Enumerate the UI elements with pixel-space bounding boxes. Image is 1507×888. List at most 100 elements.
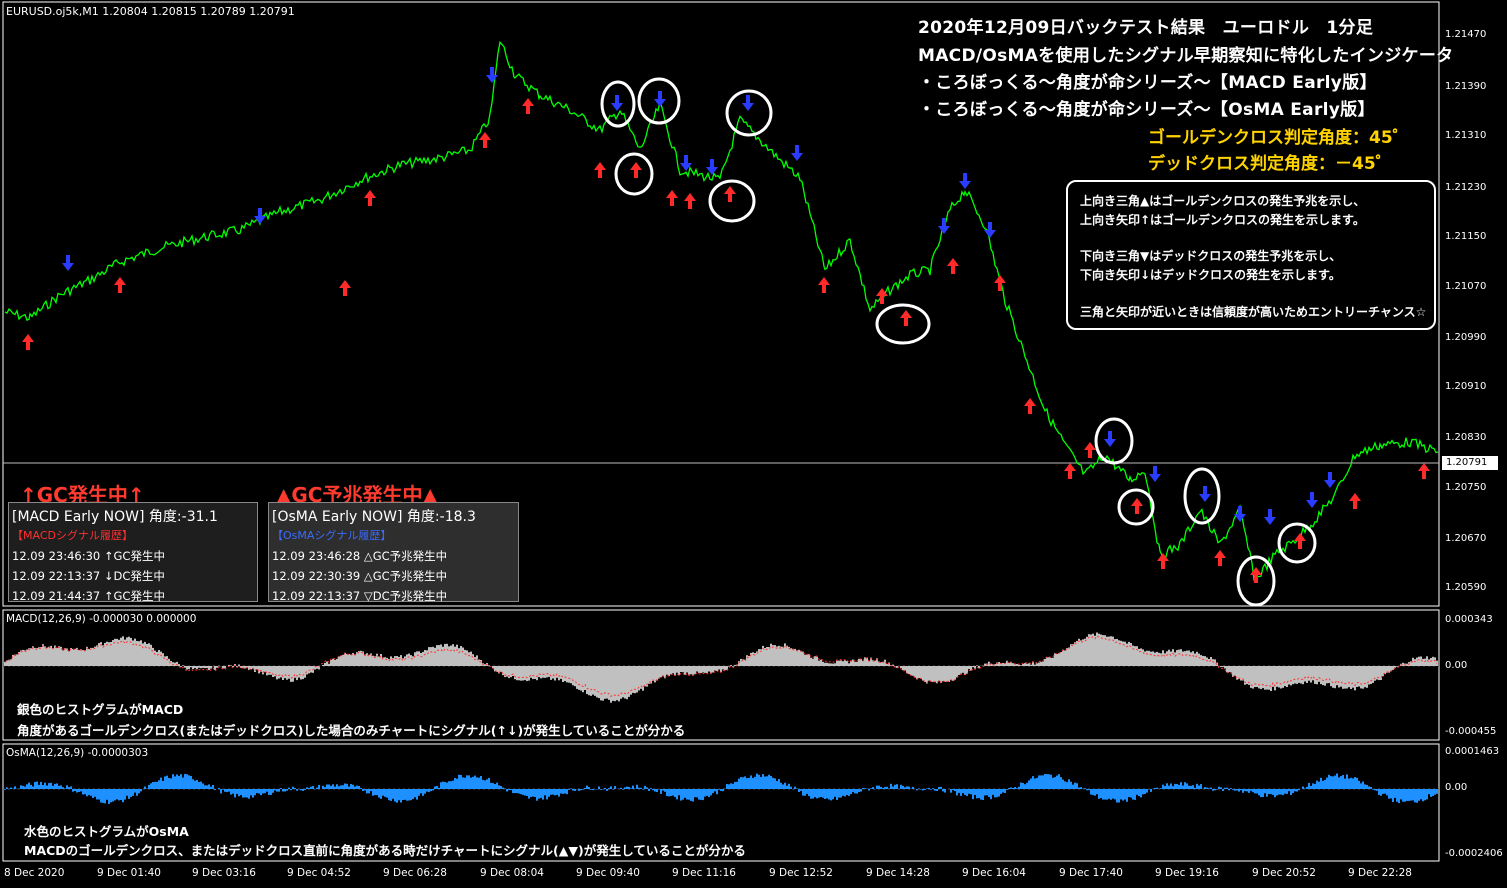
osma-scale-bottom: -0.0002406 — [1445, 848, 1503, 859]
price-tick: 1.21070 — [1445, 281, 1487, 292]
legend-box: 上向き三角▲はゴールデンクロスの発生予兆を示し、 上向き矢印↑はゴールデンクロス… — [1066, 180, 1436, 330]
sell-arrow-icon — [742, 95, 754, 111]
macd-note-1: 銀色のヒストグラムがMACD — [17, 702, 184, 717]
osma-scale-top: 0.0001463 — [1445, 746, 1500, 757]
buy-arrow-icon — [114, 277, 126, 293]
time-tick: 9 Dec 01:40 — [97, 867, 161, 879]
price-tick: 1.20670 — [1445, 533, 1487, 544]
time-tick: 9 Dec 20:52 — [1252, 867, 1316, 879]
macd-histogram — [4, 632, 1438, 703]
osma-history-row: 12.09 22:30:39 △GC予兆発生中 — [272, 569, 448, 583]
buy-arrow-icon — [900, 310, 912, 326]
price-tick: 1.20910 — [1445, 381, 1487, 392]
buy-arrow-icon — [630, 162, 642, 178]
macd-history-row: 12.09 22:13:37 ↓DC発生中 — [12, 569, 165, 583]
highlight-circle — [875, 303, 931, 345]
buy-arrow-icon — [947, 258, 959, 274]
buy-arrow-icon — [724, 186, 736, 202]
price-tick: 1.20990 — [1445, 332, 1487, 343]
macd-indicator-label: MACD(12,26,9) -0.000030 0.000000 — [6, 613, 197, 625]
macd-scale-top: 0.000343 — [1445, 614, 1493, 625]
time-tick: 9 Dec 17:40 — [1059, 867, 1123, 879]
sell-arrow-icon — [1234, 506, 1246, 522]
time-tick: 9 Dec 03:16 — [192, 867, 256, 879]
time-tick: 9 Dec 06:28 — [383, 867, 447, 879]
title-line-2: MACD/OsMAを使用したシグナル早期察知に特化したインジケータ — [918, 46, 1454, 66]
buy-arrow-icon — [1131, 498, 1143, 514]
buy-arrow-icon — [684, 193, 696, 209]
legend-line-2: 上向き矢印↑はゴールデンクロスの発生を示します。 — [1080, 213, 1365, 227]
macd-scale-zero: 0.00 — [1445, 660, 1468, 671]
title-line-1: 2020年12月09日バックテスト結果 ユーロドル 1分足 — [918, 18, 1374, 38]
legend-line-5: 三角と矢印が近いときは信頼度が高いためエントリーチャンス☆ — [1080, 305, 1427, 319]
time-tick: 9 Dec 08:04 — [480, 867, 544, 879]
macd-early-panel: [MACD Early NOW] 角度:-31.1 【MACDシグナル履歴】 1… — [8, 502, 258, 603]
osma-histogram — [4, 773, 1438, 804]
time-tick: 9 Dec 11:16 — [672, 867, 736, 879]
time-tick: 9 Dec 14:28 — [866, 867, 930, 879]
macd-history-row: 12.09 21:44:37 ↑GC発生中 — [12, 589, 165, 603]
sell-arrow-icon — [654, 91, 666, 107]
title-line-3: ・ころぼっくる～角度が命シリーズ～【MACD Early版】 — [918, 73, 1377, 93]
buy-arrow-icon — [22, 334, 34, 350]
osma-history-label: 【OsMAシグナル履歴】 — [272, 529, 392, 542]
title-line-4: ・ころぼっくる～角度が命シリーズ～【OsMA Early版】 — [918, 100, 1375, 120]
buy-arrow-icon — [1214, 550, 1226, 566]
buy-arrow-icon — [364, 190, 376, 206]
buy-arrow-icon — [1157, 553, 1169, 569]
price-tick: 1.21150 — [1445, 231, 1487, 242]
highlight-circle — [1277, 522, 1317, 564]
osma-panel-header: [OsMA Early NOW] 角度:-18.3 — [272, 509, 476, 525]
time-tick: 9 Dec 19:16 — [1155, 867, 1219, 879]
price-tick: 1.21310 — [1445, 130, 1487, 141]
osma-note-2: MACDのゴールデンクロス、またはデッドクロス直前に角度がある時だけチャートにシ… — [24, 843, 746, 858]
macd-note-2: 角度があるゴールデンクロス(またはデッドクロス)した場合のみチャートにシグナル(… — [17, 723, 686, 738]
macd-panel-header: [MACD Early NOW] 角度:-31.1 — [12, 509, 218, 525]
osma-history-row: 12.09 23:46:28 △GC予兆発生中 — [272, 549, 448, 563]
macd-scale-bottom: -0.000455 — [1445, 726, 1497, 737]
gc-angle-label: ゴールデンクロス判定角度：45゜ — [1148, 128, 1410, 148]
sell-arrow-icon — [1104, 431, 1116, 447]
symbol-info: EURUSD.oj5k,M1 1.20804 1.20815 1.20789 1… — [6, 5, 295, 18]
price-tick: 1.21390 — [1445, 81, 1487, 92]
osma-early-panel: [OsMA Early NOW] 角度:-18.3 【OsMAシグナル履歴】 1… — [268, 502, 519, 603]
sell-arrow-icon — [1306, 492, 1318, 508]
buy-arrow-icon — [339, 280, 351, 296]
legend-line-1: 上向き三角▲はゴールデンクロスの発生予兆を示し、 — [1080, 194, 1366, 208]
buy-arrow-icon — [1294, 533, 1306, 549]
sell-arrow-icon — [984, 222, 996, 238]
current-price-tag: 1.20791 — [1442, 456, 1498, 470]
time-tick: 9 Dec 09:40 — [576, 867, 640, 879]
sell-arrow-icon — [254, 208, 266, 224]
sell-arrow-icon — [1149, 466, 1161, 482]
buy-arrow-icon — [479, 132, 491, 148]
buy-arrow-icon — [818, 277, 830, 293]
buy-arrow-icon — [1349, 493, 1361, 509]
time-tick: 9 Dec 22:28 — [1348, 867, 1412, 879]
osma-note-1: 水色のヒストグラムがOsMA — [24, 824, 189, 839]
buy-arrow-icon — [1418, 463, 1430, 479]
time-tick: 9 Dec 12:52 — [769, 867, 833, 879]
price-tick: 1.20830 — [1445, 432, 1487, 443]
buy-arrow-icon — [594, 162, 606, 178]
time-tick: 8 Dec 2020 — [4, 867, 65, 879]
price-tick: 1.20590 — [1445, 582, 1487, 593]
sell-arrow-icon — [791, 145, 803, 161]
price-tick: 1.21230 — [1445, 182, 1487, 193]
time-tick: 9 Dec 16:04 — [962, 867, 1026, 879]
buy-arrow-icon — [666, 190, 678, 206]
price-tick: 1.20750 — [1445, 482, 1487, 493]
macd-history-row: 12.09 23:46:30 ↑GC発生中 — [12, 549, 165, 563]
sell-arrow-icon — [938, 218, 950, 234]
sell-arrow-icon — [1199, 486, 1211, 502]
legend-line-3: 下向き三角▼はデッドクロスの発生予兆を示し、 — [1080, 249, 1342, 263]
dc-angle-label: デッドクロス判定角度：－45゜ — [1148, 154, 1393, 174]
osma-scale-zero: 0.00 — [1445, 782, 1468, 793]
buy-arrow-icon — [1250, 567, 1262, 583]
sell-arrow-icon — [1324, 472, 1336, 488]
sell-arrow-icon — [1264, 509, 1276, 525]
sell-arrow-icon — [959, 173, 971, 189]
legend-line-4: 下向き矢印↓はデッドクロスの発生を示します。 — [1080, 268, 1341, 282]
time-tick: 9 Dec 04:52 — [287, 867, 351, 879]
buy-arrow-icon — [1084, 442, 1096, 458]
